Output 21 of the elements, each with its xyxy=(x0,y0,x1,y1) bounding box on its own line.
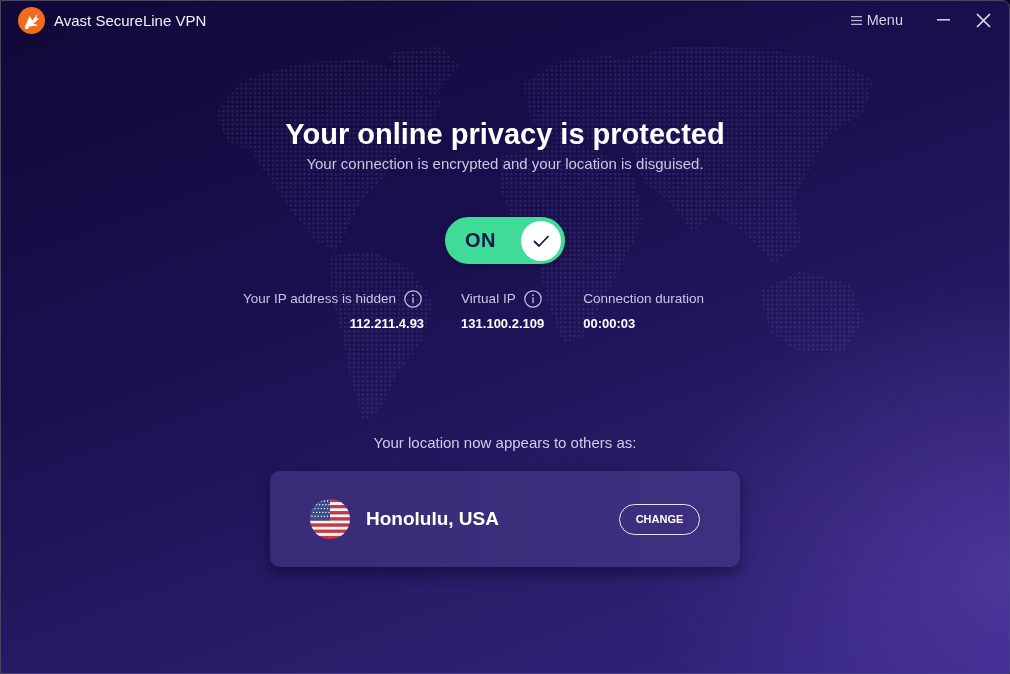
location-prompt: Your location now appears to others as: xyxy=(373,433,637,453)
status-subtitle: Your connection is encrypted and your location is disguised. xyxy=(306,154,704,174)
logo-icon xyxy=(18,6,45,34)
check-knob-icon xyxy=(521,220,561,261)
info-label: Your IP address is hidden xyxy=(243,291,397,306)
info-label: Virtual IP xyxy=(461,291,516,306)
close-icon xyxy=(975,12,991,28)
minimize-icon xyxy=(936,19,950,21)
menu-icon xyxy=(850,14,862,26)
info-icon[interactable] xyxy=(523,289,542,308)
menu-button[interactable]: Menu xyxy=(846,10,907,30)
status-headline: Your online privacy is protected xyxy=(285,117,725,152)
vpn-toggle[interactable]: ON xyxy=(445,217,565,264)
info-value: 112.211.4.93 xyxy=(349,316,425,331)
window-title: Avast SecureLine VPN xyxy=(54,11,207,29)
location-city: Honolulu, USA xyxy=(366,508,499,530)
info-value: 00:00:03 xyxy=(583,316,636,331)
info-label: Connection duration xyxy=(583,291,705,306)
flag-icon xyxy=(310,499,350,539)
info-icon[interactable] xyxy=(404,289,423,308)
info-value: 131.100.2.109 xyxy=(461,316,545,331)
